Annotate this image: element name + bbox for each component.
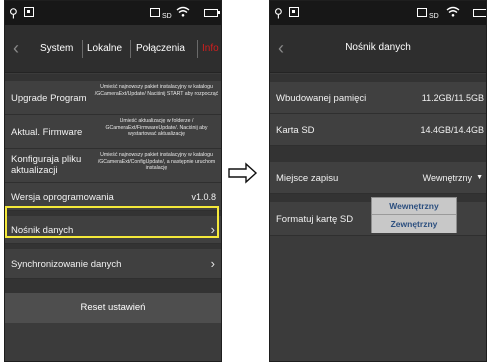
internal-storage-value: 11.2GB/11.5GB: [421, 93, 484, 103]
sd-card-label: SD: [429, 13, 439, 20]
dropdown-option-internal[interactable]: Wewnętrzny: [372, 198, 456, 215]
dropdown-option-external[interactable]: Zewnętrzny: [372, 216, 456, 233]
sd-card-row: Karta SD 14.4GB/14.4GB: [270, 114, 486, 146]
battery-icon: [473, 9, 486, 17]
row-label: Aktual. Firmware: [11, 127, 83, 138]
reset-settings-button[interactable]: Reset ustawień: [5, 293, 221, 323]
tab-polaczenia[interactable]: Połączenia: [136, 42, 185, 56]
storage-screen: ⚲ SD ‹ Nośnik danych Wbudowanej pamięci …: [269, 0, 487, 362]
storage-header: ‹ Nośnik danych: [270, 25, 486, 73]
row-label: Formatuj kartę SD: [276, 214, 354, 225]
tab-divider: [130, 40, 131, 58]
page-title: Nośnik danych: [345, 42, 411, 53]
internal-storage-row: Wbudowanej pamięci 11.2GB/11.5GB: [270, 82, 486, 114]
caret-down-icon[interactable]: ▼: [476, 174, 483, 181]
row-label: Karta SD: [276, 125, 315, 136]
status-bar: ⚲ SD: [5, 1, 221, 25]
storage-highlight: [5, 206, 219, 238]
chevron-right-icon: ›: [210, 256, 215, 271]
location-icon: ⚲: [274, 6, 283, 20]
sd-card-value: 14.4GB/14.4GB: [420, 125, 484, 135]
tab-system[interactable]: System: [40, 42, 73, 56]
gallery-icon: [24, 7, 34, 17]
section-gap: [270, 74, 486, 82]
save-location-row[interactable]: Miejsce zapisu Wewnętrzny ▼: [270, 162, 486, 194]
status-bar: ⚲ SD: [270, 1, 486, 25]
section-gap: [5, 74, 221, 81]
settings-screen: ⚲ SD ‹ System Lokalne Połączenia Info Up…: [4, 0, 222, 362]
tab-lokalne[interactable]: Lokalne: [87, 42, 122, 56]
row-description: Umieść aktualizację w folderze / GCamera…: [105, 118, 208, 137]
tab-info[interactable]: Info: [202, 42, 219, 56]
row-label-line1: Konfiguraja pliku: [11, 154, 82, 165]
version-value: v1.0.8: [191, 192, 216, 202]
config-update-row[interactable]: Konfiguraja pliku aktualizacji Umieść na…: [5, 149, 221, 183]
section-gap: [270, 146, 486, 162]
row-label: Synchronizowanie danych: [11, 259, 122, 270]
save-location-value[interactable]: Wewnętrzny: [423, 173, 472, 183]
wifi-icon: [446, 6, 460, 20]
row-label: Wbudowanej pamięci: [276, 93, 367, 104]
sd-card-icon: [150, 8, 160, 17]
row-label: Upgrade Program: [11, 93, 87, 104]
settings-tab-bar: ‹ System Lokalne Połączenia Info: [5, 25, 221, 73]
tab-divider: [197, 40, 198, 58]
data-sync-row[interactable]: Synchronizowanie danych ›: [5, 249, 221, 279]
row-label-line2: aktualizacji: [11, 165, 58, 176]
save-location-dropdown: Wewnętrzny Zewnętrzny: [371, 197, 457, 233]
gallery-icon: [289, 7, 299, 17]
section-gap: [5, 279, 221, 293]
chevron-left-icon[interactable]: ‹: [13, 38, 19, 58]
sd-card-label: SD: [162, 13, 172, 20]
battery-icon: [204, 9, 220, 17]
location-icon: ⚲: [9, 6, 18, 20]
row-description: Umieść najnowszy pakiet instalacyjny w k…: [94, 84, 219, 97]
sd-card-icon: [417, 8, 427, 17]
right-arrow-icon: [228, 162, 258, 184]
row-label: Wersja oprogramowania: [11, 192, 114, 203]
wifi-icon: [176, 6, 190, 20]
upgrade-program-row[interactable]: Upgrade Program Umieść najnowszy pakiet …: [5, 81, 221, 115]
row-description: Umieść najnowszy pakiet instalacyjny w k…: [97, 152, 216, 171]
row-label: Miejsce zapisu: [276, 173, 339, 184]
tab-divider: [82, 40, 83, 58]
firmware-update-row[interactable]: Aktual. Firmware Umieść aktualizację w f…: [5, 115, 221, 149]
